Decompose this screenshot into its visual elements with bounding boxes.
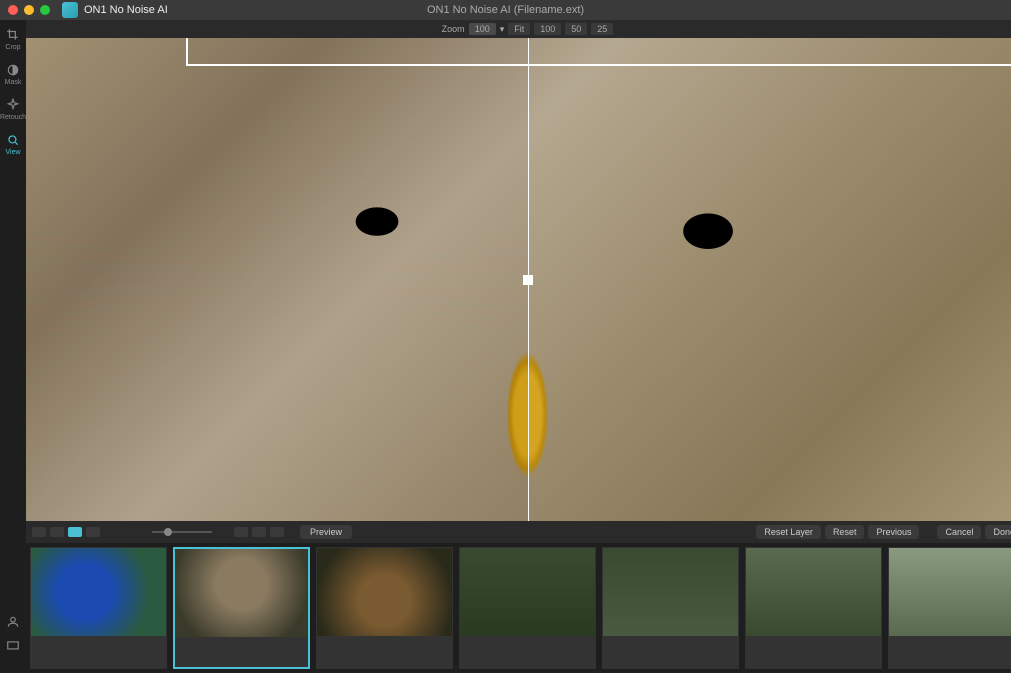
maximize-window-icon[interactable] [40,5,50,15]
crop-tool[interactable]: Crop [5,28,20,51]
zoom-fit-button[interactable]: Fit [508,23,530,35]
done-button[interactable]: Done [985,525,1011,539]
after-image [528,38,1011,521]
title-bar: ON1 No Noise AI ON1 No Noise AI (Filenam… [0,0,1011,20]
left-toolbar: Crop Mask Retouch View [0,20,26,673]
window-title: ON1 No Noise AI (Filename.ext) [427,4,584,16]
view-mode-1-icon[interactable] [32,527,46,537]
zoom-50-button[interactable]: 50 [565,23,587,35]
preview-button[interactable]: Preview [300,525,352,539]
zoom-dropdown-icon[interactable]: ▾ [500,24,505,35]
zoom-label: Zoom [442,24,465,34]
view-mode-2-icon[interactable] [50,527,64,537]
retouch-tool[interactable]: Retouch [0,98,26,121]
close-window-icon[interactable] [8,5,18,15]
bottom-toolbar: Preview Reset Layer Reset Previous Cance… [26,521,1011,543]
thumbnail-size-slider[interactable] [152,531,212,533]
mask-overlay-icon[interactable] [234,527,248,537]
zoom-100-button[interactable]: 100 [534,23,561,35]
thumbnail[interactable] [888,547,1011,669]
reset-button[interactable]: Reset [825,525,865,539]
traffic-lights [8,5,50,15]
view-mode-4-icon[interactable] [86,527,100,537]
filmstrip[interactable] [26,543,1011,673]
image-canvas[interactable] [26,38,1011,521]
previous-button[interactable]: Previous [868,525,919,539]
thumbnail[interactable] [459,547,596,669]
alpha-icon[interactable] [252,527,266,537]
app-name: ON1 No Noise AI [62,2,168,18]
zoom-value[interactable]: 100 [469,23,496,35]
thumbnail[interactable] [316,547,453,669]
thumbnail[interactable] [602,547,739,669]
split-handle[interactable] [523,275,533,285]
zoom-bar: Zoom 100 ▾ Fit 100 50 25 [26,20,1011,38]
mask-tool[interactable]: Mask [5,63,22,86]
view-mode-split-icon[interactable] [68,527,82,537]
view-tool[interactable]: View [5,133,20,156]
cancel-button[interactable]: Cancel [937,525,981,539]
app-icon [62,2,78,18]
soft-proof-icon[interactable] [270,527,284,537]
screen-icon[interactable] [6,639,20,653]
center-area: Zoom 100 ▾ Fit 100 50 25 [26,20,1011,673]
zoom-25-button[interactable]: 25 [591,23,613,35]
minimize-window-icon[interactable] [24,5,34,15]
reset-layer-button[interactable]: Reset Layer [756,525,821,539]
person-icon[interactable] [6,615,20,629]
thumbnail-selected[interactable] [173,547,310,669]
app-name-text: ON1 No Noise AI [84,4,168,16]
thumbnail[interactable] [745,547,882,669]
thumbnail[interactable] [30,547,167,669]
before-image [26,38,528,521]
